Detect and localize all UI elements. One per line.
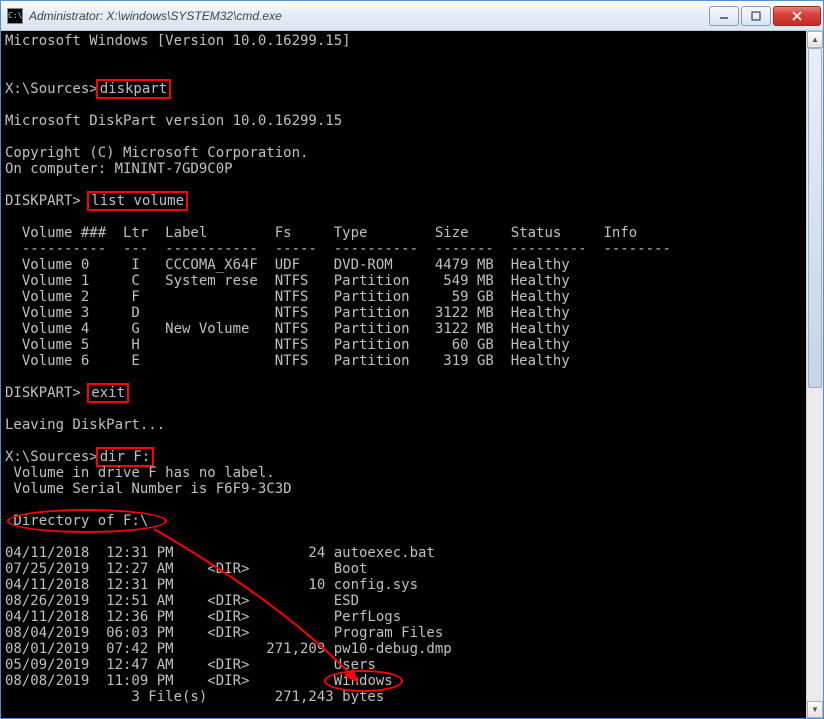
list-item: 04/11/2018 12:31 PM 24 autoexec.bat bbox=[5, 545, 806, 561]
terminal-output[interactable]: Microsoft Windows [Version 10.0.16299.15… bbox=[1, 31, 806, 718]
minimize-icon bbox=[719, 11, 729, 21]
output-line: Microsoft Windows [Version 10.0.16299.15… bbox=[5, 33, 806, 49]
titlebar[interactable]: C:\ Administrator: X:\windows\SYSTEM32\c… bbox=[1, 1, 823, 31]
scroll-thumb[interactable] bbox=[808, 48, 822, 388]
table-divider: ---------- --- ----------- ----- -------… bbox=[5, 241, 806, 257]
output-line: On computer: MININT-7GD9C0P bbox=[5, 161, 806, 177]
table-header: Volume ### Ltr Label Fs Type Size Status… bbox=[5, 225, 806, 241]
list-item: 04/11/2018 12:31 PM 10 config.sys bbox=[5, 577, 806, 593]
vertical-scrollbar[interactable]: ▲ ▼ bbox=[806, 31, 823, 718]
maximize-button[interactable] bbox=[741, 6, 771, 26]
highlight-exit: exit bbox=[87, 383, 129, 403]
prompt-line: DISKPART> list volume bbox=[5, 193, 806, 209]
scroll-track[interactable] bbox=[807, 48, 823, 701]
table-row: Volume 5 H NTFS Partition 60 GB Healthy bbox=[5, 337, 806, 353]
output-line: Volume in drive F has no label. bbox=[5, 465, 806, 481]
list-item: 05/09/2019 12:47 AM <DIR> Users bbox=[5, 657, 806, 673]
prompt-line: X:\Sources>dir F: bbox=[5, 449, 806, 465]
list-item: 08/08/2019 11:09 PM <DIR> Windows bbox=[5, 673, 806, 689]
list-item: 08/01/2019 07:42 PM 271,209 pw10-debug.d… bbox=[5, 641, 806, 657]
cmd-window: C:\ Administrator: X:\windows\SYSTEM32\c… bbox=[0, 0, 824, 719]
close-icon bbox=[791, 11, 803, 21]
client-area: Microsoft Windows [Version 10.0.16299.15… bbox=[1, 31, 823, 718]
window-title: Administrator: X:\windows\SYSTEM32\cmd.e… bbox=[29, 9, 707, 23]
list-item: 08/26/2019 12:51 AM <DIR> ESD bbox=[5, 593, 806, 609]
highlight-dir: dir F: bbox=[96, 447, 155, 467]
scroll-up-button[interactable]: ▲ bbox=[807, 31, 823, 48]
minimize-button[interactable] bbox=[709, 6, 739, 26]
list-item: 04/11/2018 12:36 PM <DIR> PerfLogs bbox=[5, 609, 806, 625]
maximize-icon bbox=[751, 11, 761, 21]
table-row: Volume 4 G New Volume NTFS Partition 312… bbox=[5, 321, 806, 337]
table-row: Volume 3 D NTFS Partition 3122 MB Health… bbox=[5, 305, 806, 321]
highlight-list-volume: list volume bbox=[87, 191, 188, 211]
output-line: Directory of F:\ bbox=[5, 513, 806, 529]
table-row: Volume 2 F NTFS Partition 59 GB Healthy bbox=[5, 289, 806, 305]
output-line: Copyright (C) Microsoft Corporation. bbox=[5, 145, 806, 161]
output-line: 3 File(s) 271,243 bytes bbox=[5, 689, 806, 705]
scroll-down-button[interactable]: ▼ bbox=[807, 701, 823, 718]
close-button[interactable] bbox=[773, 6, 821, 26]
cmd-icon: C:\ bbox=[7, 8, 23, 24]
table-row: Volume 1 C System rese NTFS Partition 54… bbox=[5, 273, 806, 289]
output-line: Leaving DiskPart... bbox=[5, 417, 806, 433]
list-item: 08/04/2019 06:03 PM <DIR> Program Files bbox=[5, 625, 806, 641]
table-row: Volume 6 E NTFS Partition 319 GB Healthy bbox=[5, 353, 806, 369]
table-row: Volume 0 I CCCOMA_X64F UDF DVD-ROM 4479 … bbox=[5, 257, 806, 273]
prompt-line: X:\Sources>diskpart bbox=[5, 81, 806, 97]
output-line: Volume Serial Number is F6F9-3C3D bbox=[5, 481, 806, 497]
list-item: 07/25/2019 12:27 AM <DIR> Boot bbox=[5, 561, 806, 577]
output-line: Microsoft DiskPart version 10.0.16299.15 bbox=[5, 113, 806, 129]
prompt-line: DISKPART> exit bbox=[5, 385, 806, 401]
highlight-diskpart: diskpart bbox=[96, 79, 171, 99]
